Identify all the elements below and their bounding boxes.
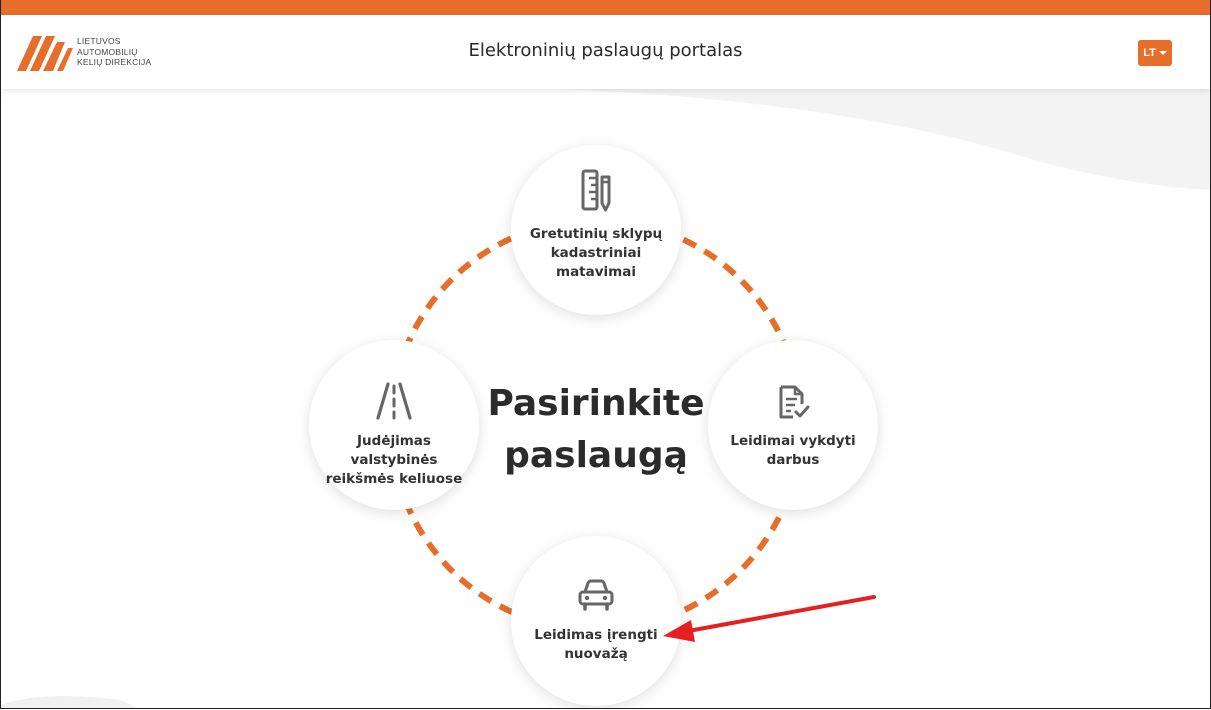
annotation-arrow bbox=[663, 595, 876, 642]
page-frame: LIETUVOS AUTOMOBILIŲ KELIŲ DIREKCIJA Ele… bbox=[0, 0, 1211, 709]
